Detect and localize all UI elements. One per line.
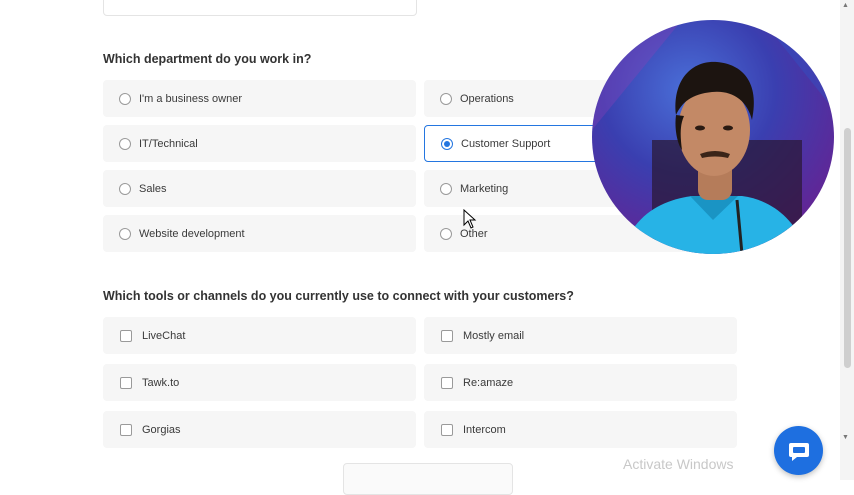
- radio-marketing[interactable]: [440, 182, 452, 195]
- vertical-scrollbar[interactable]: ▲ ▼: [840, 0, 854, 480]
- checkbox-reamaze[interactable]: [441, 376, 453, 389]
- option-label: Operations: [460, 92, 514, 105]
- radio-sales[interactable]: [119, 182, 131, 195]
- option-label: Marketing: [460, 182, 509, 195]
- chat-launcher-button[interactable]: [774, 426, 823, 475]
- option-it-technical[interactable]: IT/Technical: [103, 125, 416, 162]
- option-website-development[interactable]: Website development: [103, 215, 416, 252]
- mouse-pointer-icon: [463, 208, 477, 234]
- option-label: Customer Support: [461, 137, 551, 150]
- option-sales[interactable]: Sales: [103, 170, 416, 207]
- radio-it-technical[interactable]: [119, 137, 131, 150]
- option-business-owner[interactable]: I'm a business owner: [103, 80, 416, 117]
- option-label: LiveChat: [142, 329, 186, 342]
- checkbox-mostly-email[interactable]: [441, 329, 453, 342]
- option-tawk-to[interactable]: Tawk.to: [103, 364, 416, 401]
- department-question: Which department do you work in?: [103, 52, 312, 66]
- option-label: Tawk.to: [142, 376, 180, 389]
- option-label: I'm a business owner: [139, 92, 242, 105]
- radio-customer-support[interactable]: [441, 137, 453, 150]
- windows-activation-watermark: Activate Windows: [623, 456, 734, 472]
- scrollbar-thumb[interactable]: [844, 128, 851, 368]
- next-button[interactable]: [343, 463, 513, 495]
- option-label: IT/Technical: [139, 137, 198, 150]
- presenter-image: [592, 20, 834, 254]
- checkbox-intercom[interactable]: [441, 423, 453, 436]
- tools-question: Which tools or channels do you currently…: [103, 289, 574, 303]
- previous-text-field[interactable]: [103, 0, 417, 16]
- chat-bubble-icon: [788, 442, 809, 461]
- radio-operations[interactable]: [440, 92, 452, 105]
- scroll-down-arrow-icon[interactable]: ▼: [842, 434, 849, 441]
- option-label: Re:amaze: [463, 376, 514, 389]
- option-intercom[interactable]: Intercom: [424, 411, 737, 448]
- checkbox-gorgias[interactable]: [120, 423, 132, 436]
- option-mostly-email[interactable]: Mostly email: [424, 317, 737, 354]
- checkbox-livechat[interactable]: [120, 329, 132, 342]
- checkbox-tawk-to[interactable]: [120, 376, 132, 389]
- option-label: Mostly email: [463, 329, 525, 342]
- webcam-overlay: [592, 20, 834, 254]
- option-livechat[interactable]: LiveChat: [103, 317, 416, 354]
- option-reamaze[interactable]: Re:amaze: [424, 364, 737, 401]
- radio-website-development[interactable]: [119, 227, 131, 240]
- option-label: Sales: [139, 182, 167, 195]
- radio-business-owner[interactable]: [119, 92, 131, 105]
- option-label: Intercom: [463, 423, 506, 436]
- option-label: Website development: [139, 227, 245, 240]
- radio-other[interactable]: [440, 227, 452, 240]
- option-gorgias[interactable]: Gorgias: [103, 411, 416, 448]
- option-label: Gorgias: [142, 423, 181, 436]
- scroll-up-arrow-icon[interactable]: ▲: [842, 2, 849, 9]
